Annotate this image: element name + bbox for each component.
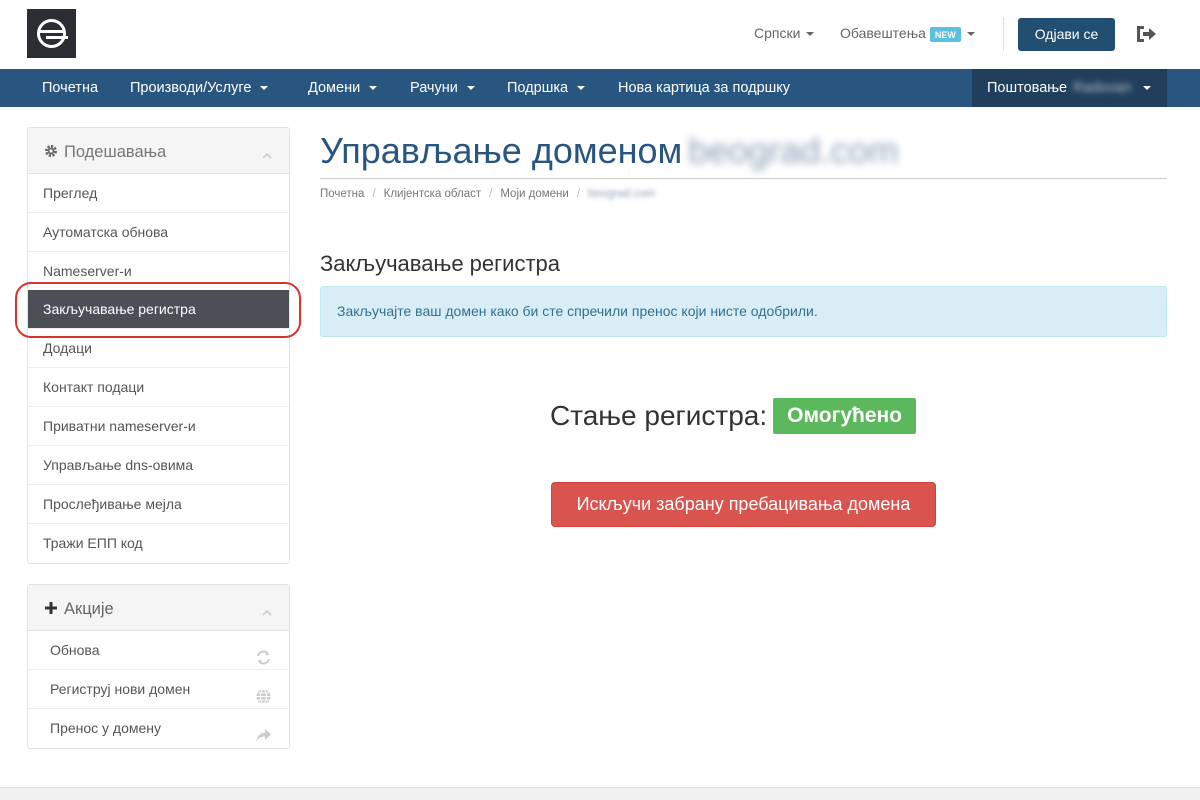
status-label: Стање регистра: (550, 400, 768, 431)
language-dropdown[interactable]: Српски (754, 25, 815, 41)
sidebar-item-contacts[interactable]: Контакт подаци (28, 368, 289, 407)
actions-panel-header[interactable]: Акције (28, 585, 289, 631)
footer-strip (0, 787, 1200, 800)
notifications-label: Обавештења (840, 25, 926, 41)
brand-logo[interactable] (27, 9, 76, 58)
action-renew-label: Обнова (50, 642, 100, 658)
settings-panel-header[interactable]: Подешавања (28, 128, 289, 174)
share-arrow-icon (255, 720, 272, 742)
nav-support-label: Подршка (507, 80, 569, 96)
highlight-annotation (15, 282, 301, 338)
chevron-down-icon (966, 32, 975, 37)
exit-icon[interactable] (1135, 24, 1157, 44)
nav-products[interactable]: Производи/Услуге (130, 69, 269, 107)
action-item-register-domain[interactable]: Региструј нови домен (28, 670, 289, 709)
account-name: Radovan (1073, 80, 1132, 96)
nav-home[interactable]: Почетна (42, 69, 98, 107)
notifications-dropdown[interactable]: Обавештења NEW (840, 25, 975, 42)
nav-products-label: Производи/Услуге (130, 80, 252, 96)
chevron-down-icon (577, 86, 586, 91)
breadcrumb-current-domain: beograd.com (588, 188, 656, 200)
breadcrumb-my-domains[interactable]: Моји домени (500, 188, 568, 200)
status-badge: Омогућено (773, 398, 917, 434)
settings-panel-title: Подешавања (44, 143, 166, 162)
top-header: Српски Обавештења NEW Одјави се (0, 0, 1200, 69)
chevron-down-icon (369, 86, 378, 91)
breadcrumb-client-area[interactable]: Клијентска област (384, 188, 482, 200)
chevron-down-icon (1143, 86, 1151, 90)
gear-icon (44, 144, 58, 158)
breadcrumb: Почетна / Клијентска област / Моји домени / be… (320, 188, 655, 200)
account-greeting: Поштовање (987, 80, 1068, 96)
logout-button[interactable]: Одјави се (1018, 18, 1115, 51)
settings-title-text: Подешавања (64, 143, 167, 161)
new-badge: NEW (929, 26, 961, 42)
refresh-icon (255, 642, 272, 665)
actions-title-text: Акције (64, 600, 114, 618)
action-item-renew[interactable]: Обнова (28, 631, 289, 670)
sidebar-item-private-nameservers[interactable]: Приватни nameserver-и (28, 407, 289, 446)
breadcrumb-separator: / (489, 188, 493, 200)
nav-domains[interactable]: Домени (308, 69, 378, 107)
sidebar-item-auto-renew[interactable]: Аутоматска обнова (28, 213, 289, 252)
sidebar-item-epp-code[interactable]: Тражи ЕПП код (28, 524, 289, 563)
breadcrumb-home[interactable]: Почетна (320, 188, 364, 200)
nav-support[interactable]: Подршка (507, 69, 586, 107)
section-title: Закључавање регистра (320, 251, 561, 276)
page-title-text: Управљање доменом (320, 130, 683, 171)
breadcrumb-separator: / (372, 188, 376, 200)
action-register-label: Региструј нови домен (50, 681, 191, 697)
globe-icon (255, 681, 272, 704)
account-menu[interactable]: Поштовање Radovan (972, 69, 1167, 107)
plus-icon (44, 601, 58, 615)
registrar-lock-status: Стање регистра: Омогућено (550, 398, 917, 438)
title-divider (320, 178, 1167, 179)
language-label: Српски (754, 25, 801, 41)
chevron-up-icon[interactable] (262, 148, 272, 159)
main-navbar: Почетна Производи/Услуге Домени Рачуни П… (0, 69, 1200, 107)
action-transfer-label: Пренос у домену (50, 720, 162, 736)
header-divider (1003, 17, 1004, 51)
sidebar-item-overview[interactable]: Преглед (28, 174, 289, 213)
actions-panel-title: Акције (44, 600, 114, 619)
breadcrumb-separator: / (576, 188, 581, 200)
nav-invoices[interactable]: Рачуни (410, 69, 475, 107)
info-alert: Закључајте ваш домен како би сте спречил… (320, 286, 1167, 337)
actions-panel: Акције Обнова Региструј нови домен Прено… (27, 584, 290, 749)
sidebar-item-email-forwarding[interactable]: Прослеђивање мејла (28, 485, 289, 524)
chevron-down-icon (806, 32, 815, 37)
action-item-transfer-domain[interactable]: Пренос у домену (28, 709, 289, 748)
chevron-down-icon (260, 86, 269, 91)
page-title-domain: beograd.com (688, 130, 899, 171)
sidebar-item-dns-management[interactable]: Управљање dns-овима (28, 446, 289, 485)
nav-new-ticket[interactable]: Нова картица за подршку (618, 69, 790, 107)
nav-domains-label: Домени (308, 80, 361, 96)
page-title: Управљање доменом beograd.com (320, 130, 898, 172)
disable-lock-button[interactable]: Искључи забрану пребацивања домена (551, 482, 936, 527)
settings-panel: Подешавања Преглед Аутоматска обнова Nam… (27, 127, 290, 564)
nav-invoices-label: Рачуни (410, 80, 458, 96)
chevron-down-icon (466, 86, 475, 91)
chevron-up-icon[interactable] (262, 605, 272, 616)
